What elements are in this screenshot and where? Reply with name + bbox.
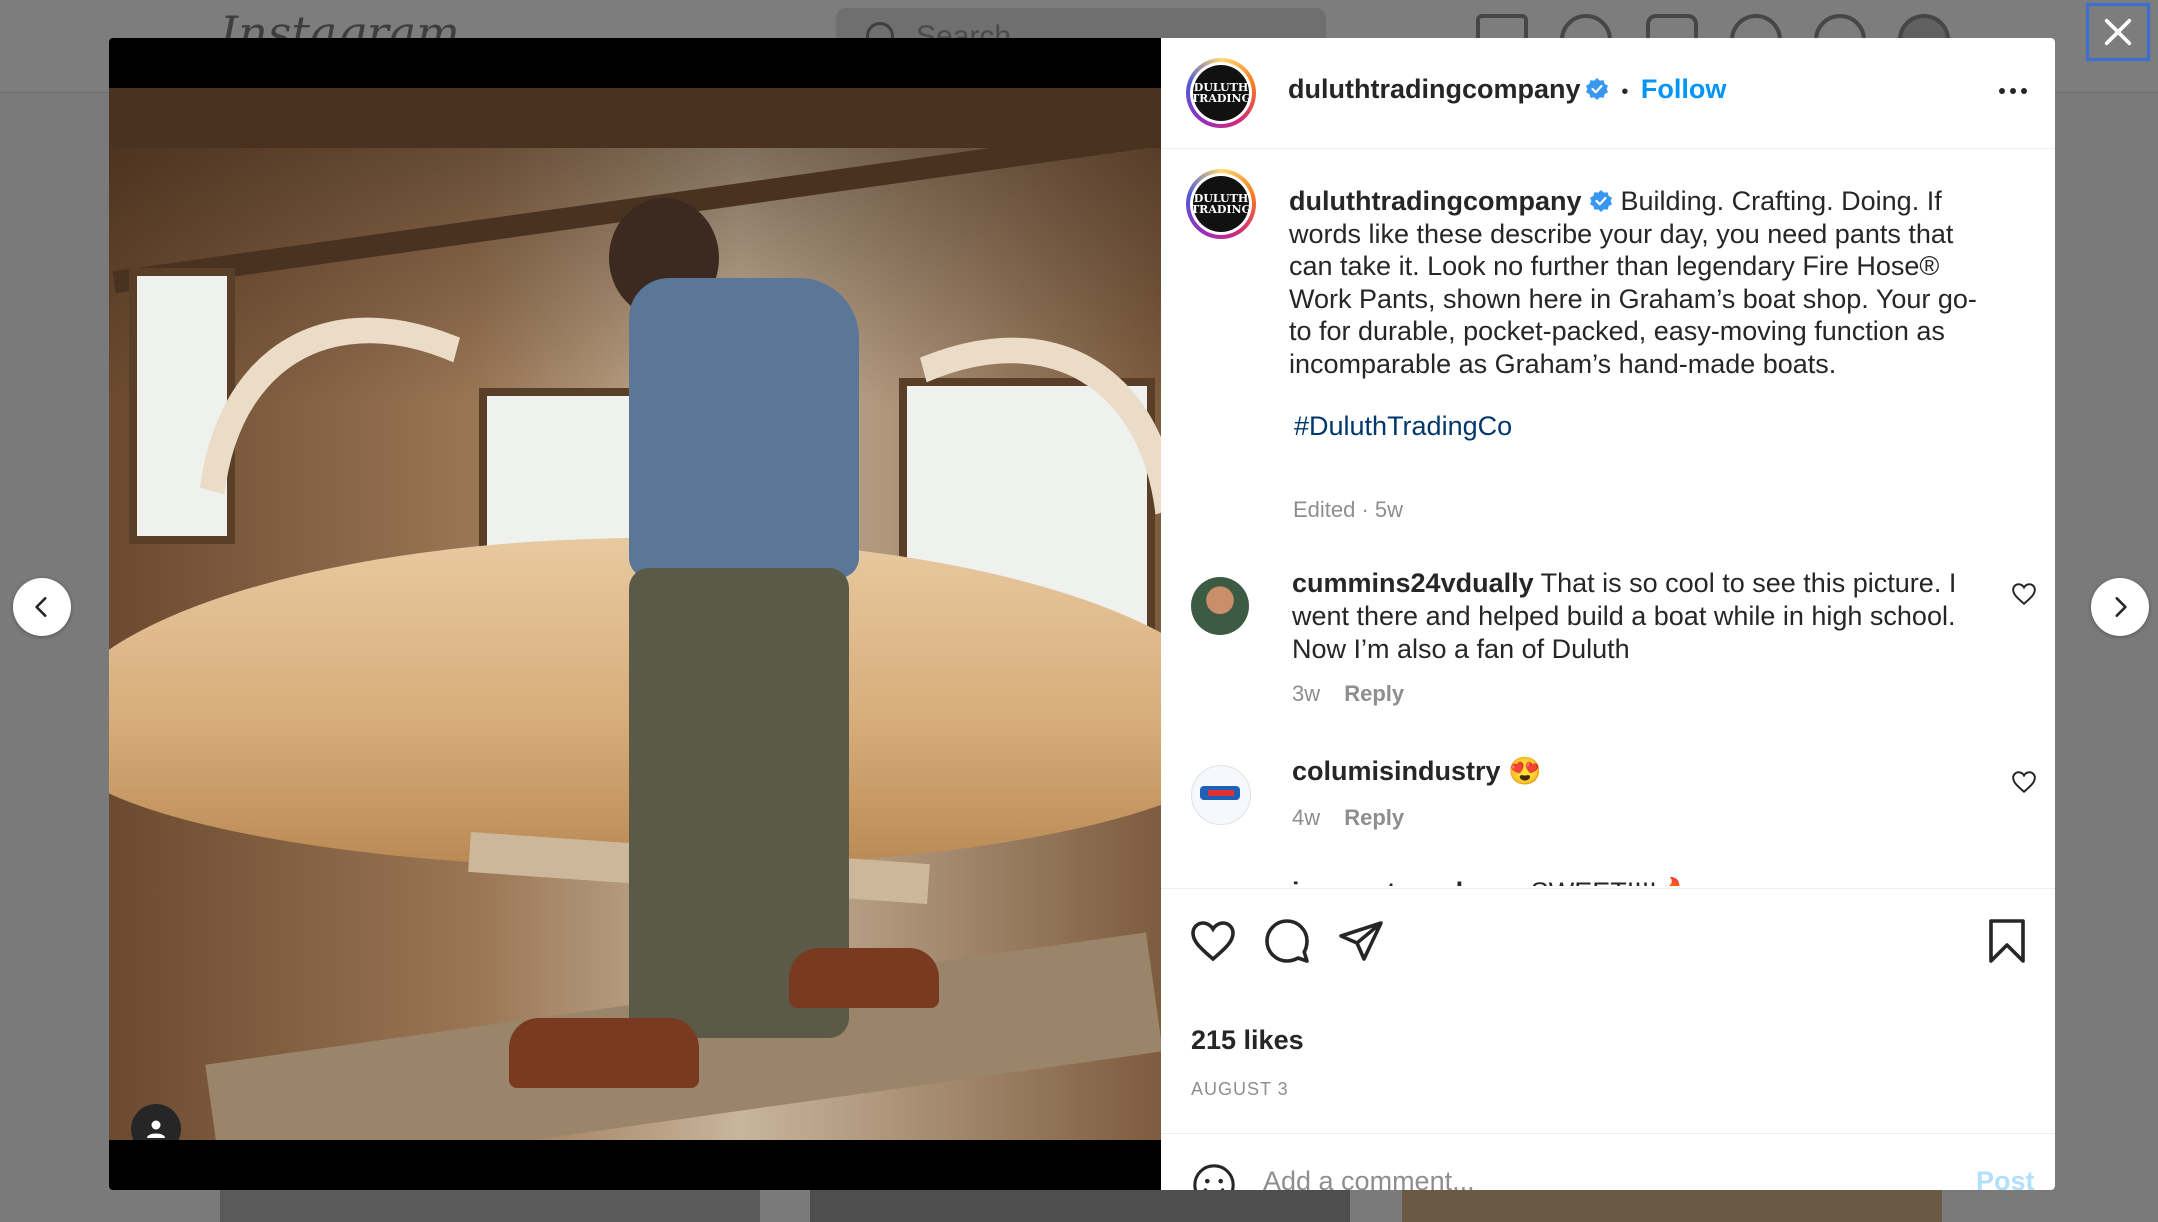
- chevron-left-icon: [35, 597, 47, 617]
- post-panel: DULUTH TRADING duluthtradingcompany • Fo…: [1161, 38, 2055, 1190]
- like-comment-icon[interactable]: [2011, 581, 2037, 607]
- comments-list[interactable]: DULUTH TRADING duluthtradingcompany Buil…: [1161, 149, 2055, 886]
- comment-input[interactable]: [1261, 1158, 1865, 1190]
- header-separator: •: [1621, 81, 1629, 103]
- author-avatar[interactable]: DULUTH TRADING: [1186, 169, 1256, 239]
- close-button[interactable]: [2086, 3, 2150, 61]
- verified-badge-icon: [1590, 190, 1613, 212]
- tagged-users-button[interactable]: [131, 1104, 181, 1140]
- post-caption: duluthtradingcompany Building. Crafting.…: [1289, 185, 1989, 380]
- more-horizontal-icon: [1999, 88, 2027, 94]
- commenter-username[interactable]: irene_staysclassy: [1292, 877, 1523, 886]
- emoji-picker-button[interactable]: [1191, 1162, 1237, 1190]
- author-username[interactable]: duluthtradingcompany: [1288, 74, 1581, 104]
- author-avatar[interactable]: DULUTH TRADING: [1186, 58, 1256, 128]
- caption-username[interactable]: duluthtradingcompany: [1289, 186, 1582, 216]
- duluth-logo: DULUTH TRADING: [1191, 65, 1251, 121]
- add-comment-bar: Post: [1161, 1133, 2055, 1190]
- image-boot: [789, 948, 939, 1008]
- comment-meta: 4w Reply: [1292, 805, 1404, 831]
- image-person-shirt: [629, 278, 859, 578]
- duluth-logo: DULUTH TRADING: [1191, 176, 1251, 232]
- previous-post-button[interactable]: [13, 578, 71, 636]
- comment-body: SWEET!!!!🔥: [1531, 877, 1691, 886]
- reply-button[interactable]: Reply: [1344, 805, 1404, 830]
- comment-age: 3w: [1292, 681, 1321, 706]
- post-actions: 215 likes AUGUST 3 Post: [1161, 888, 2055, 1190]
- share-button[interactable]: [1337, 917, 1385, 965]
- hashtag-link[interactable]: #DuluthTradingCo: [1294, 411, 1512, 442]
- comment-text: cummins24vdually That is so cool to see …: [1292, 567, 1982, 666]
- next-post-button[interactable]: [2091, 578, 2149, 636]
- header-meta: duluthtradingcompany • Follow: [1288, 74, 1726, 105]
- commenter-avatar[interactable]: [1191, 577, 1249, 635]
- like-button[interactable]: [1189, 917, 1237, 965]
- comment-button[interactable]: [1263, 917, 1311, 965]
- user-icon: [147, 1120, 165, 1138]
- post-image[interactable]: [109, 88, 1161, 1140]
- comment-meta: 3w Reply: [1292, 681, 1404, 707]
- commenter-avatar[interactable]: [1191, 765, 1251, 825]
- image-boot: [509, 1018, 699, 1088]
- follow-button[interactable]: Follow: [1641, 74, 1726, 104]
- verified-badge-icon: [1585, 78, 1608, 100]
- comment-age: 4w: [1292, 805, 1321, 830]
- close-icon: [2104, 18, 2132, 46]
- likes-count[interactable]: 215 likes: [1191, 1025, 1304, 1056]
- post-date: AUGUST 3: [1191, 1079, 1289, 1099]
- chevron-right-icon: [2115, 597, 2127, 617]
- commenter-username[interactable]: columisindustry: [1292, 756, 1501, 786]
- save-button[interactable]: [1983, 917, 2031, 965]
- comment-text: irene_staysclassy SWEET!!!!🔥: [1292, 876, 1982, 886]
- post-header: DULUTH TRADING duluthtradingcompany • Fo…: [1161, 38, 2055, 149]
- commenter-username[interactable]: cummins24vdually: [1292, 568, 1534, 598]
- image-ceiling-beam: [109, 88, 1161, 148]
- reply-button[interactable]: Reply: [1344, 681, 1404, 706]
- edited-timestamp: Edited · 5w: [1293, 497, 1404, 522]
- like-comment-icon[interactable]: [2011, 769, 2037, 795]
- comment-body: 😍: [1508, 756, 1542, 786]
- post-comment-button[interactable]: Post: [1976, 1166, 2035, 1190]
- more-options-button[interactable]: [1993, 76, 2033, 106]
- comment-text: columisindustry 😍: [1292, 755, 1982, 788]
- post-modal: DULUTH TRADING duluthtradingcompany • Fo…: [109, 38, 2055, 1190]
